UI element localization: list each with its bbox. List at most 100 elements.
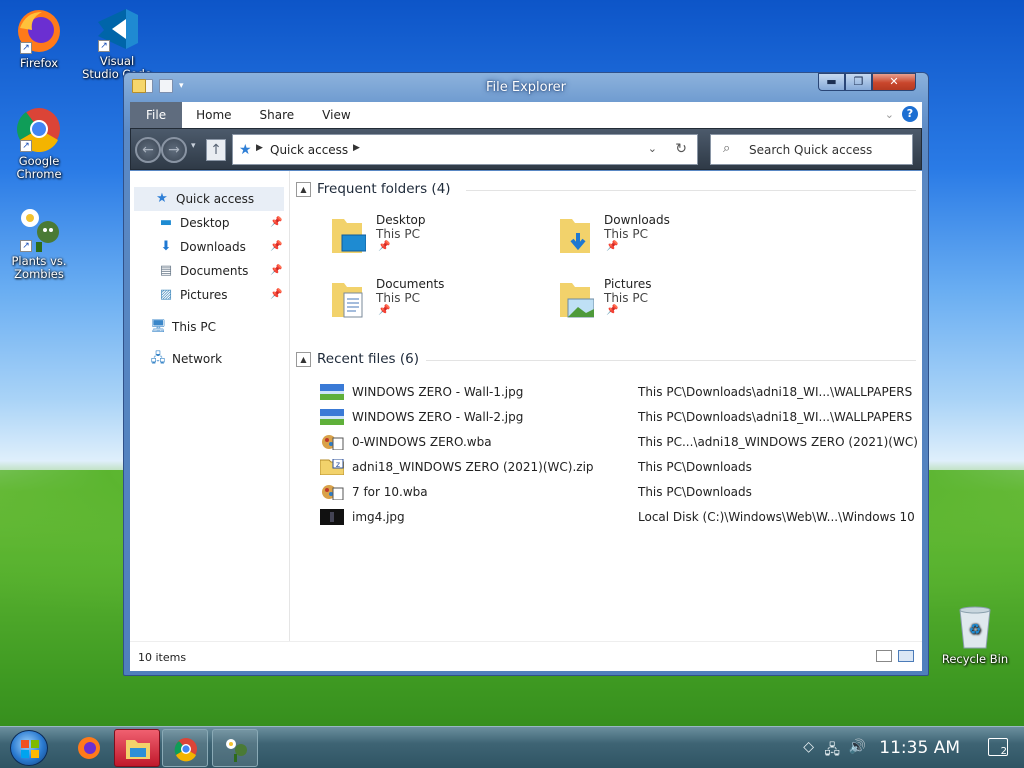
- downloads-icon: ⬇: [160, 239, 172, 254]
- recent-files-header[interactable]: ▲ Recent files (6): [296, 351, 916, 367]
- collapse-icon[interactable]: ▲: [296, 181, 311, 197]
- pin-icon[interactable]: 📌: [270, 241, 282, 252]
- taskbar-file-explorer[interactable]: [114, 729, 160, 767]
- computer-icon: 🖥: [150, 319, 167, 334]
- collapse-icon[interactable]: ▲: [296, 351, 311, 367]
- taskbar: ◇ 🖧 🔊 11:35 AM 2: [0, 726, 1024, 768]
- file-name: WINDOWS ZERO - Wall-1.jpg: [352, 385, 524, 399]
- sidebar-item-quick-access[interactable]: ★ Quick access: [134, 187, 284, 211]
- table-row[interactable]: WINDOWS ZERO - Wall-1.jpg This PC\Downlo…: [320, 381, 916, 403]
- network-status-icon[interactable]: 🖧: [824, 739, 840, 763]
- pin-icon[interactable]: 📌: [270, 289, 282, 300]
- volume-icon[interactable]: 🔊: [849, 739, 866, 755]
- table-row[interactable]: 7 for 10.wba This PC\Downloads: [320, 481, 916, 503]
- sidebar-item-documents[interactable]: ▤ Documents: [158, 259, 249, 283]
- pin-icon: 📌: [606, 305, 619, 316]
- sidebar-item-downloads[interactable]: ⬇ Downloads: [158, 235, 246, 259]
- up-button[interactable]: ↑: [206, 139, 226, 161]
- action-center-diamond-icon[interactable]: ◇: [803, 739, 814, 755]
- chevron-right-icon[interactable]: ▶: [256, 143, 263, 153]
- address-bar[interactable]: ★ ▶ Quick access ▶ ⌄ ↻: [232, 134, 698, 165]
- address-dropdown-icon[interactable]: ⌄: [648, 142, 657, 155]
- table-row[interactable]: img4.jpg Local Disk (C:)\Windows\Web\W..…: [320, 506, 916, 528]
- window-controls: ▬ ❐ ✕: [818, 73, 916, 91]
- sidebar-item-label: Pictures: [180, 288, 228, 302]
- close-button[interactable]: ✕: [872, 73, 916, 91]
- file-name: WINDOWS ZERO - Wall-2.jpg: [352, 410, 524, 424]
- start-button[interactable]: [10, 730, 48, 766]
- desktop-icon-label: Plants vs. Zombies: [11, 254, 67, 281]
- sidebar-item-label: Desktop: [180, 216, 230, 230]
- clock[interactable]: 11:35 AM: [879, 738, 960, 758]
- tab-home[interactable]: Home: [182, 102, 245, 128]
- tab-share[interactable]: Share: [246, 102, 309, 128]
- sidebar-item-desktop[interactable]: ▬ Desktop: [158, 211, 230, 235]
- file-location: This PC\Downloads: [638, 460, 752, 474]
- quick-access-star-icon: ★: [239, 142, 252, 158]
- file-location: Local Disk (C:)\Windows\Web\W...\Windows…: [638, 510, 915, 524]
- desktop-icon-recycle-bin[interactable]: ♻ Recycle Bin: [938, 604, 1012, 666]
- sidebar-item-network[interactable]: 🖧 Network: [150, 347, 222, 371]
- sidebar-item-label: This PC: [172, 320, 216, 334]
- tab-file[interactable]: File: [130, 102, 183, 128]
- firefox-icon: [78, 737, 100, 759]
- search-box[interactable]: ⌕ Search Quick access: [710, 134, 913, 165]
- maximize-button[interactable]: ❐: [845, 73, 872, 91]
- folder-downloads[interactable]: Downloads This PC 📌: [560, 213, 780, 263]
- plants-vs-zombies-icon: [226, 739, 247, 762]
- chrome-icon: [174, 738, 197, 762]
- desktop-icon-vscode[interactable]: ↗ Visual Studio Code: [80, 6, 154, 81]
- desktop-icon-chrome[interactable]: ↗ Google Chrome: [2, 106, 76, 181]
- table-row[interactable]: z adni18_WINDOWS ZERO (2021)(WC).zip Thi…: [320, 456, 916, 478]
- search-placeholder[interactable]: Search Quick access: [749, 143, 872, 157]
- sidebar-item-this-pc[interactable]: 🖥 This PC: [150, 315, 216, 339]
- file-name: 0-WINDOWS ZERO.wba: [352, 435, 492, 449]
- frequent-folders-header[interactable]: ▲ Frequent folders (4): [296, 181, 916, 197]
- sidebar-item-label: Quick access: [176, 192, 255, 206]
- sidebar-item-pictures[interactable]: ▨ Pictures: [158, 283, 228, 307]
- forward-button[interactable]: →: [161, 137, 187, 163]
- svg-text:♻: ♻: [969, 622, 982, 638]
- folder-location: This PC: [604, 291, 648, 305]
- sidebar-item-label: Downloads: [180, 240, 246, 254]
- file-explorer-icon: [126, 740, 150, 759]
- desktop-icon-firefox[interactable]: ↗ Firefox: [2, 8, 76, 70]
- taskbar-chrome[interactable]: [162, 729, 208, 767]
- pin-icon[interactable]: 📌: [270, 265, 282, 276]
- recent-locations-icon[interactable]: ▾: [191, 141, 196, 151]
- image-file-icon: [320, 384, 344, 400]
- item-count: 10 items: [138, 651, 187, 664]
- tab-view[interactable]: View: [308, 102, 364, 128]
- network-icon: 🖧: [150, 351, 166, 366]
- theme-file-icon: [322, 485, 344, 500]
- large-icons-view-icon[interactable]: [898, 650, 914, 662]
- chevron-right-icon[interactable]: ▶: [353, 143, 360, 153]
- folder-documents[interactable]: Documents This PC 📌: [332, 277, 552, 327]
- taskbar-plants-vs-zombies[interactable]: [212, 729, 258, 767]
- folder-pictures[interactable]: Pictures This PC 📌: [560, 277, 780, 327]
- back-button[interactable]: ←: [135, 137, 161, 163]
- taskbar-firefox[interactable]: [66, 729, 112, 767]
- minimize-button[interactable]: ▬: [818, 73, 845, 91]
- table-row[interactable]: 0-WINDOWS ZERO.wba This PC...\adni18_WIN…: [320, 431, 918, 453]
- help-icon[interactable]: ?: [902, 106, 918, 122]
- refresh-icon[interactable]: ↻: [675, 141, 687, 157]
- details-view-icon[interactable]: [876, 650, 892, 662]
- status-bar: 10 items: [130, 641, 922, 671]
- folder-location: This PC: [376, 227, 420, 241]
- notifications-icon[interactable]: 2: [988, 738, 1008, 757]
- desktop-icon-pvz[interactable]: ↗ Plants vs. Zombies: [2, 206, 76, 281]
- image-file-icon: [320, 509, 344, 525]
- address-path[interactable]: Quick access: [270, 143, 348, 157]
- file-location: This PC\Downloads: [638, 485, 752, 499]
- content-area: ★ Quick access ▬ Desktop 📌 ⬇ Downloads 📌…: [130, 171, 922, 671]
- folder-desktop[interactable]: Desktop This PC 📌: [332, 213, 552, 263]
- desktop-icon-label: Firefox: [19, 56, 59, 70]
- divider: [426, 360, 916, 361]
- table-row[interactable]: WINDOWS ZERO - Wall-2.jpg This PC\Downlo…: [320, 406, 916, 428]
- file-location: This PC...\adni18_WINDOWS ZERO (2021)(WC…: [638, 435, 918, 449]
- title-bar[interactable]: ▾ File Explorer ▬ ❐ ✕: [124, 73, 928, 101]
- expand-ribbon-icon[interactable]: ⌄: [885, 108, 894, 121]
- pin-icon: 📌: [378, 305, 391, 316]
- pin-icon[interactable]: 📌: [270, 217, 282, 228]
